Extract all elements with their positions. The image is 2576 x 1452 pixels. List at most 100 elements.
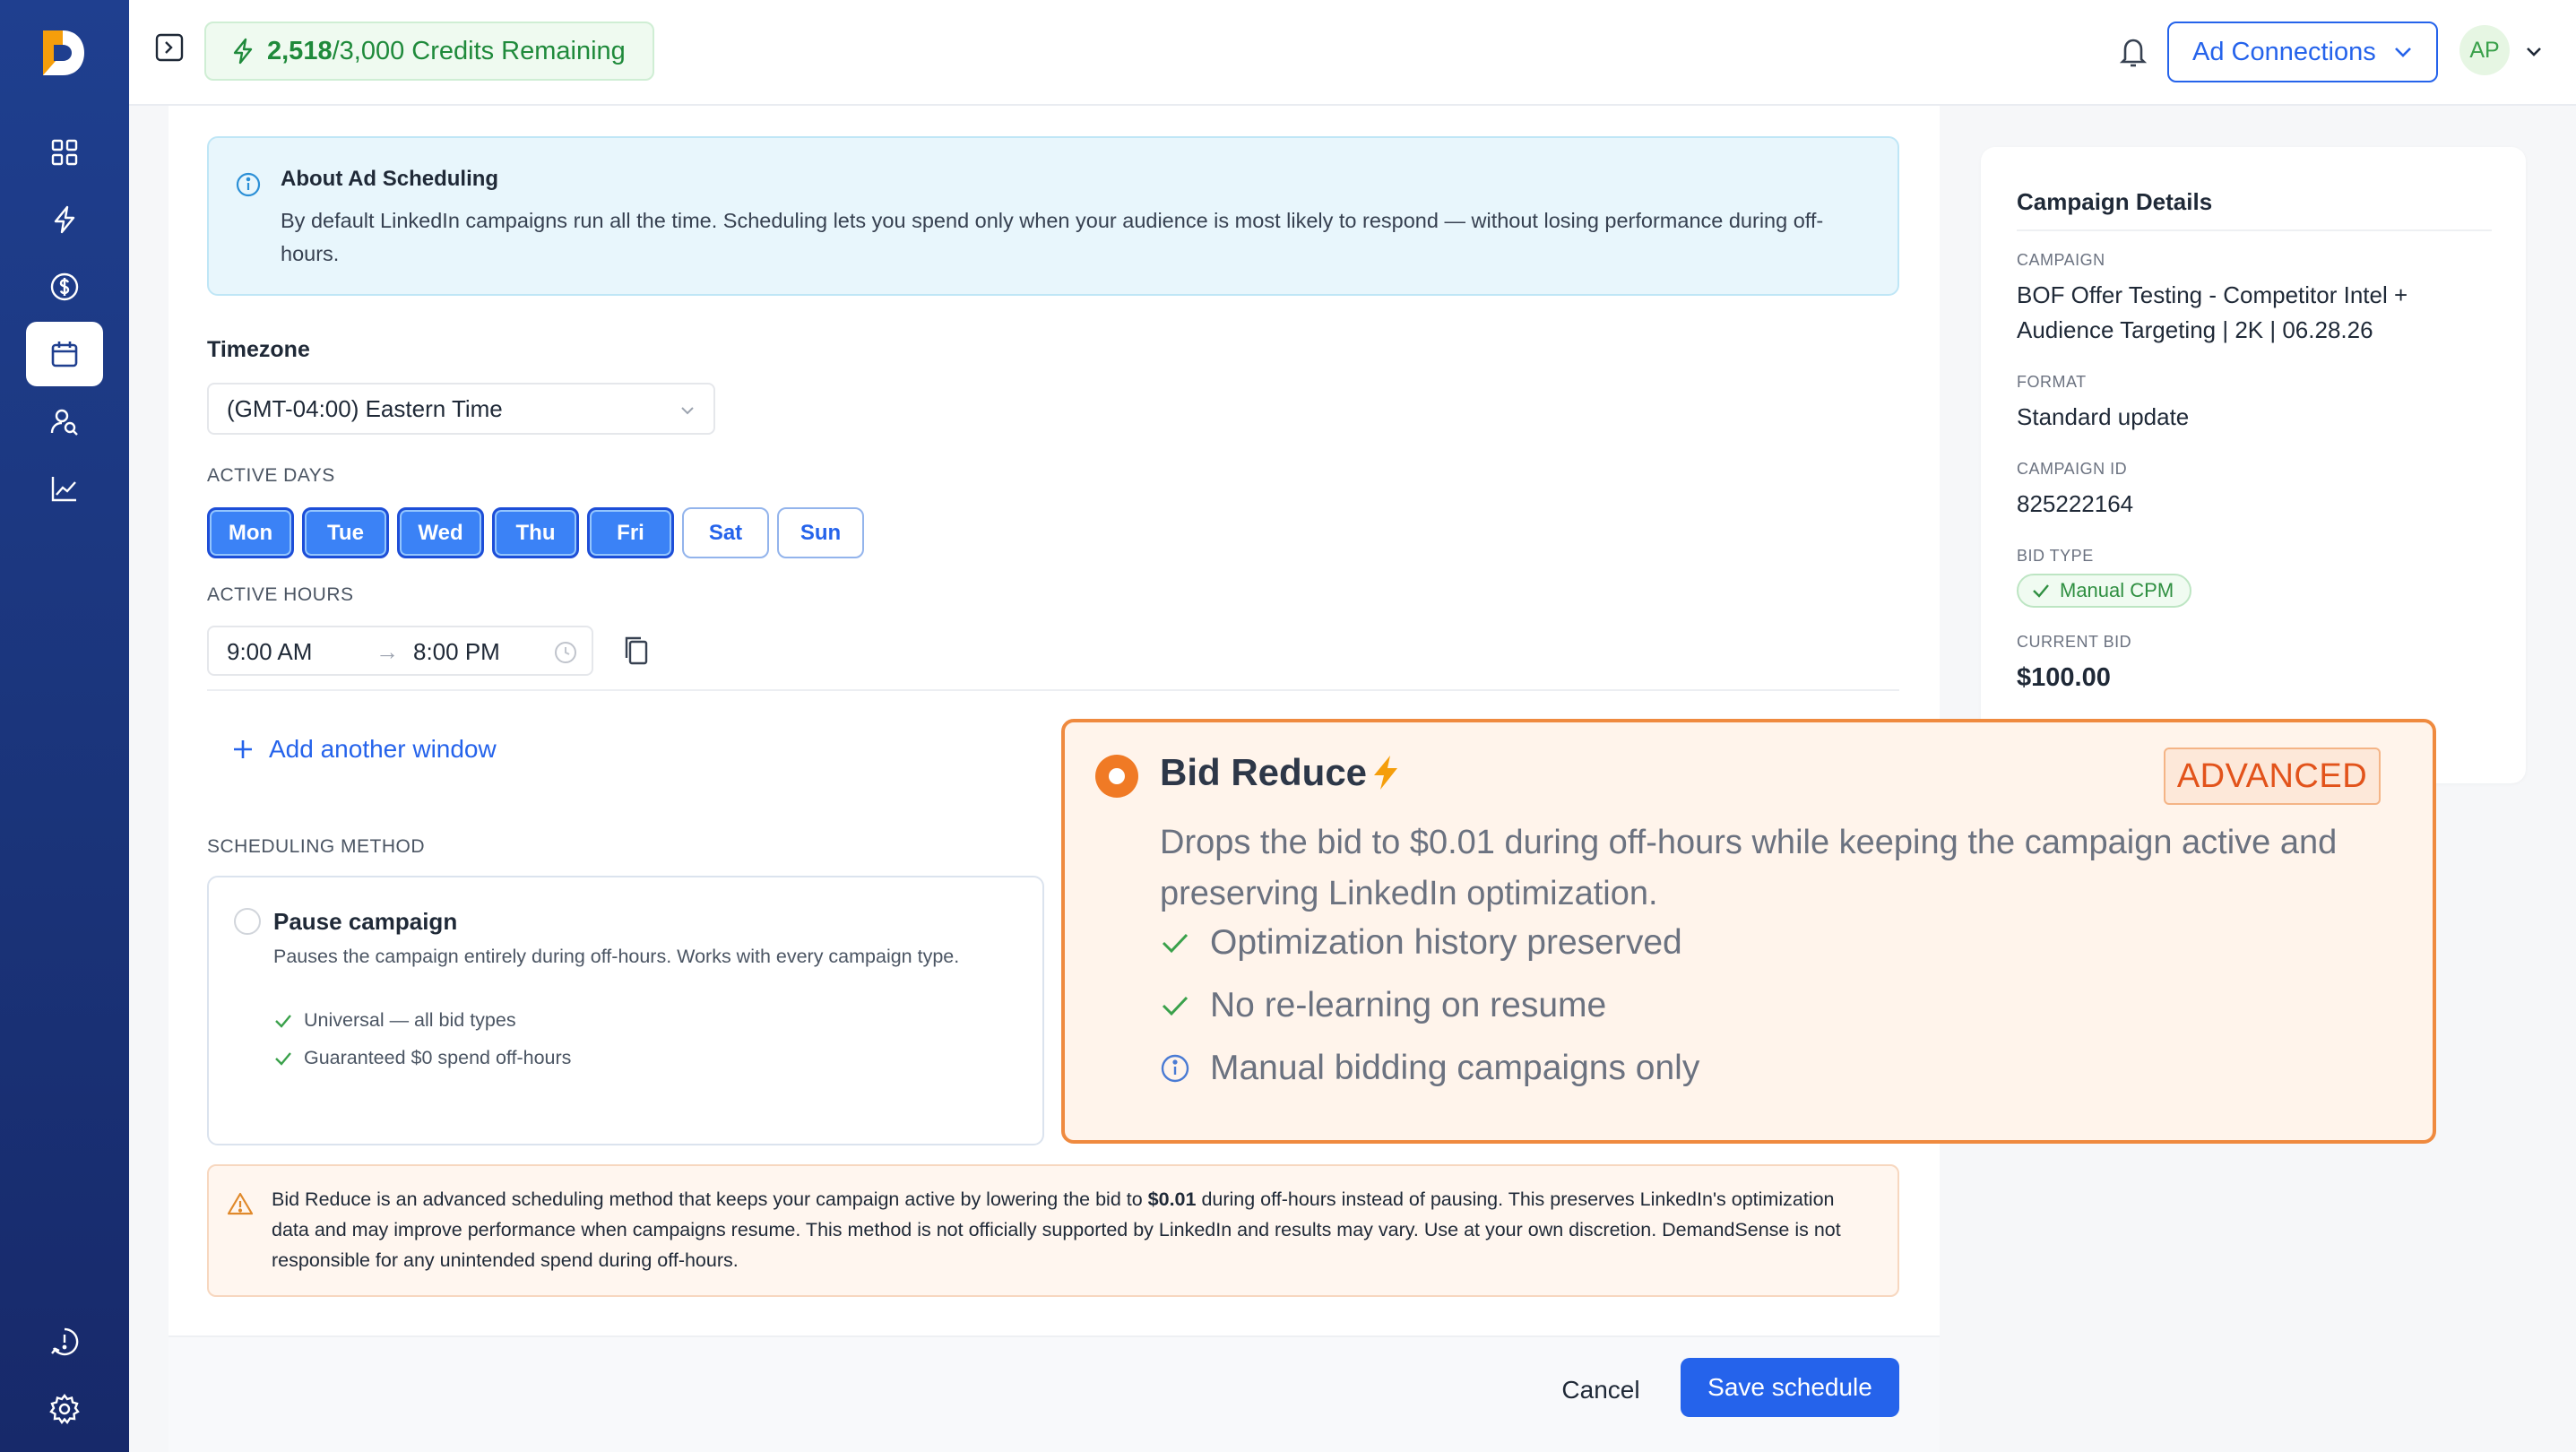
nav-settings[interactable] [26, 1377, 103, 1441]
day-toggle-tue[interactable]: Tue [302, 507, 389, 558]
bid-type-value: Manual CPM [2060, 579, 2174, 601]
divider [2017, 229, 2492, 231]
credits-badge: 2,518/3,000 Credits Remaining [204, 22, 654, 81]
save-schedule-button[interactable]: Save schedule [1681, 1358, 1899, 1417]
campaign-id-value: 825222164 [2017, 490, 2134, 517]
pause-description: Pauses the campaign entirely during off-… [273, 946, 960, 967]
nav-analytics[interactable] [26, 456, 103, 521]
add-window-label: Add another window [269, 735, 497, 763]
nav-audiences[interactable] [26, 389, 103, 454]
ad-connections-label: Ad Connections [2192, 37, 2376, 66]
sidebar [0, 0, 129, 1452]
bid-reduce-title: Bid Reduce [1160, 751, 1401, 794]
day-toggle-wed[interactable]: Wed [397, 507, 484, 558]
chevron-down-icon [681, 407, 694, 415]
bid-reduce-option[interactable]: Bid Reduce ADVANCED Drops the bid to $0.… [1061, 719, 2436, 1144]
bid-type-label: BID TYPE [2017, 547, 2094, 565]
nav-automations[interactable] [26, 187, 103, 252]
nav-help[interactable] [26, 1309, 103, 1374]
clock-icon [555, 642, 576, 663]
day-toggle-sun[interactable]: Sun [777, 507, 864, 558]
calendar-icon [51, 341, 78, 367]
dollar-circle-icon [50, 272, 79, 301]
campaign-name: BOF Offer Testing - Competitor Intel + A… [2017, 281, 2408, 343]
time-range-input[interactable]: 9:00 AM → 8:00 PM [207, 626, 593, 676]
bell-icon[interactable] [2117, 34, 2149, 70]
about-scheduling-info: About Ad Scheduling By default LinkedIn … [207, 136, 1899, 296]
pause-title: Pause campaign [273, 908, 458, 935]
app-logo-icon[interactable] [41, 29, 86, 77]
plus-icon [234, 740, 252, 758]
chevron-down-icon[interactable] [2524, 41, 2544, 61]
user-search-icon [50, 409, 78, 436]
timezone-select[interactable]: (GMT-04:00) Eastern Time [207, 383, 715, 435]
chart-line-icon [51, 477, 76, 502]
credits-used: 2,518 [267, 36, 333, 65]
check-icon [275, 1051, 291, 1066]
pause-radio[interactable] [234, 908, 261, 935]
lightning-icon [1374, 756, 1398, 790]
day-toggle-thu[interactable]: Thu [492, 507, 579, 558]
day-toggle-mon[interactable]: Mon [207, 507, 294, 558]
check-icon [2033, 584, 2049, 598]
active-days-group: Mon Tue Wed Thu Fri Sat Sun [207, 507, 864, 558]
active-hours-label: ACTIVE HOURS [207, 584, 354, 605]
pause-campaign-option[interactable]: Pause campaign Pauses the campaign entir… [207, 876, 1044, 1145]
scheduling-method-label: SCHEDULING METHOD [207, 836, 426, 857]
arrow-icon: → [376, 638, 399, 665]
check-icon [275, 1014, 291, 1028]
divider [207, 689, 1899, 691]
info-icon [236, 172, 261, 197]
pause-point: Universal — all bid types [273, 1009, 516, 1032]
panel-toggle-icon[interactable] [154, 32, 185, 63]
pause-point-text: Universal — all bid types [304, 1009, 516, 1031]
bid-reduce-description: Drops the bid to $0.01 during off-hours … [1160, 824, 2338, 912]
ad-connections-dropdown[interactable]: Ad Connections [2167, 22, 2438, 82]
lightning-icon [54, 205, 75, 234]
campaign-id-label: CAMPAIGN ID [2017, 460, 2128, 478]
lightning-icon [233, 38, 253, 65]
avatar[interactable]: AP [2459, 25, 2510, 75]
check-icon [1162, 933, 1189, 954]
info-icon [1161, 1054, 1189, 1083]
campaign-details-card: Campaign Details CAMPAIGN BOF Offer Test… [1981, 147, 2526, 783]
advanced-badge: ADVANCED [2164, 748, 2381, 805]
warning-text: Bid Reduce is an advanced scheduling met… [272, 1188, 1841, 1271]
current-bid-value: $100.00 [2017, 663, 2111, 692]
grid-icon [51, 139, 78, 166]
details-title: Campaign Details [2017, 188, 2213, 215]
check-icon [1162, 996, 1189, 1016]
end-time[interactable]: 8:00 PM [413, 638, 500, 666]
nav-billing[interactable] [26, 255, 103, 319]
cancel-button[interactable]: Cancel [1533, 1362, 1669, 1418]
copy-icon[interactable] [622, 635, 651, 667]
pause-point: Guaranteed $0 spend off-hours [273, 1047, 571, 1069]
nav-scheduling[interactable] [26, 322, 103, 386]
gear-icon [49, 1394, 80, 1424]
credits-total: /3,000 Credits Remaining [332, 36, 626, 65]
add-window-button[interactable]: Add another window [231, 735, 497, 764]
pause-point-text: Guaranteed $0 spend off-hours [304, 1047, 572, 1068]
start-time[interactable]: 9:00 AM [227, 638, 312, 666]
format-label: FORMAT [2017, 373, 2087, 391]
current-bid-label: CURRENT BID [2017, 633, 2132, 651]
info-title: About Ad Scheduling [281, 167, 499, 191]
timezone-value: (GMT-04:00) Eastern Time [227, 394, 503, 422]
info-text: By default LinkedIn campaigns run all th… [281, 209, 1824, 265]
active-days-label: ACTIVE DAYS [207, 465, 335, 486]
campaign-label: CAMPAIGN [2017, 251, 2105, 269]
bid-reduce-point: No re-learning on resume [1160, 986, 1606, 1025]
nav-dashboard[interactable] [26, 120, 103, 185]
bid-reduce-point: Manual bidding campaigns only [1160, 1049, 1699, 1088]
bid-type-badge: Manual CPM [2017, 574, 2192, 608]
day-toggle-sat[interactable]: Sat [682, 507, 769, 558]
footer-bar [169, 1335, 1940, 1452]
chevron-down-icon [2394, 48, 2411, 57]
warning-icon [227, 1192, 254, 1215]
bid-reduce-radio[interactable] [1095, 755, 1138, 798]
timezone-label: Timezone [207, 337, 310, 362]
help-circle-icon [51, 1327, 79, 1356]
bid-reduce-point: Optimization history preserved [1160, 923, 1682, 963]
day-toggle-fri[interactable]: Fri [587, 507, 674, 558]
bid-reduce-warning: Bid Reduce is an advanced scheduling met… [207, 1164, 1899, 1297]
